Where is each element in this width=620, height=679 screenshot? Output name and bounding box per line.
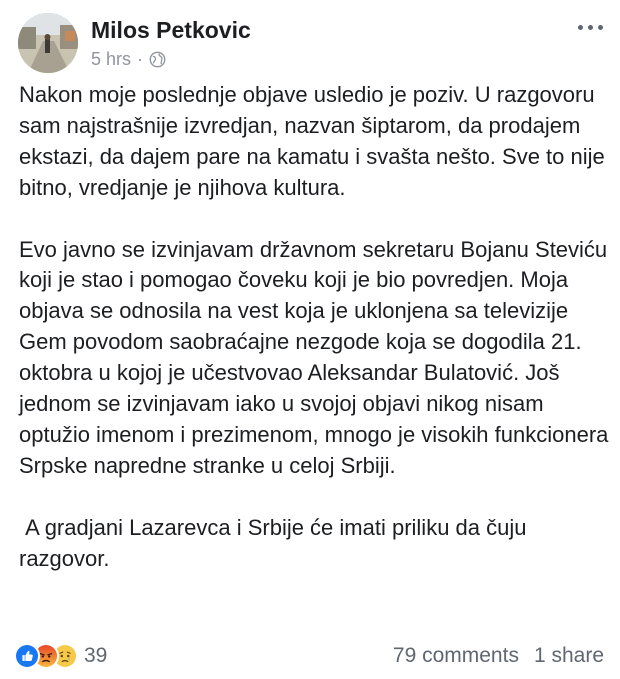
reaction-count[interactable]: 39	[84, 644, 107, 668]
post-time[interactable]: 5 hrs	[91, 49, 131, 70]
author-name[interactable]: Milos Petkovic	[91, 17, 251, 44]
reactions-summary[interactable]: 39	[14, 642, 107, 670]
post-text: Nakon moje poslednje objave usledio je p…	[19, 80, 611, 574]
post-paragraph: A gradjani Lazarevca i Srbije će imati p…	[19, 514, 533, 571]
facebook-post: Milos Petkovic 5 hrs · Nakon moje posled…	[0, 0, 620, 679]
post-paragraph: Nakon moje poslednje objave usledio je p…	[19, 82, 605, 200]
avatar[interactable]	[18, 13, 78, 73]
meta-separator: ·	[137, 49, 144, 69]
post-meta: 5 hrs ·	[91, 49, 166, 70]
globe-icon[interactable]	[149, 51, 166, 68]
post-paragraph: Evo javno se izvinjavam državnom sekreta…	[19, 236, 609, 478]
more-options-icon[interactable]	[576, 21, 604, 33]
post-header: Milos Petkovic 5 hrs ·	[18, 13, 608, 75]
comments-link[interactable]: 79 comments	[393, 644, 519, 668]
shares-link[interactable]: 1 share	[534, 644, 604, 668]
like-icon	[14, 643, 40, 669]
engagement-stats: 79 comments 1 share	[393, 644, 604, 668]
post-footer: 39 79 comments 1 share	[14, 639, 604, 671]
